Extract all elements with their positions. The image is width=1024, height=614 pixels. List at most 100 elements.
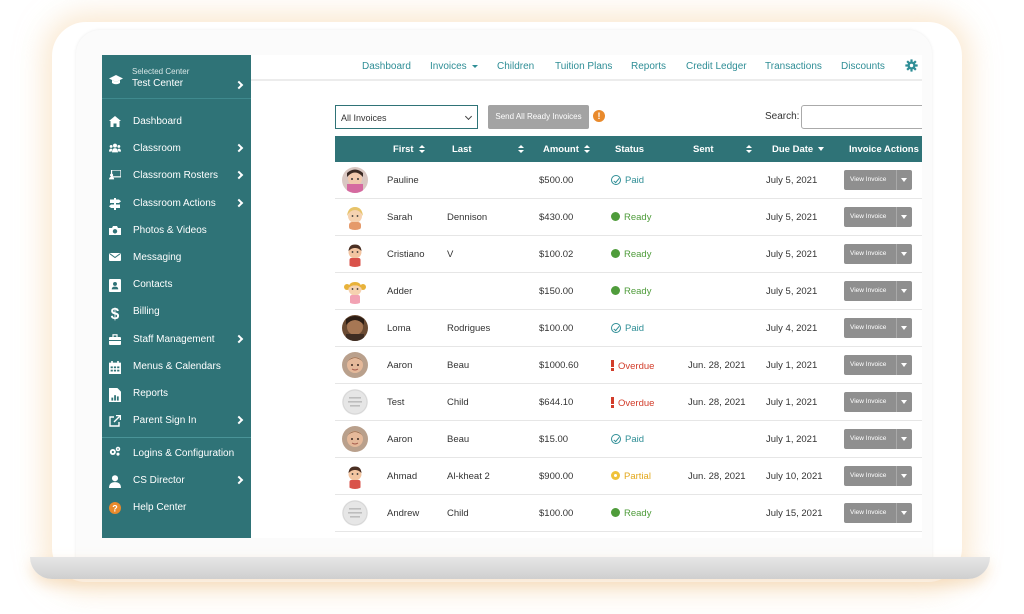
table-row[interactable]: Cristiano V $100.02 Ready July 5, 2021 View I… [335, 236, 922, 273]
button-divider [896, 355, 897, 375]
gear-icon[interactable] [905, 59, 918, 72]
sidebar-item-dashboard[interactable]: Dashboard [102, 108, 251, 135]
caret-down-icon[interactable] [901, 215, 907, 219]
table-row[interactable]: Sarah Dennison $430.00 Ready July 5, 2021 Vie… [335, 199, 922, 236]
button-divider [896, 207, 897, 227]
view-invoice-button[interactable]: View Invoice [844, 207, 912, 227]
sidebar-item-parent-sign-in[interactable]: Parent Sign In [102, 407, 251, 434]
invoice-filter-select[interactable]: All Invoices [335, 105, 478, 129]
roster-icon [109, 169, 122, 181]
caret-down-icon [471, 64, 478, 68]
search-label: Search: [765, 111, 800, 122]
sidebar-item-photos-videos[interactable]: Photos & Videos [102, 217, 251, 244]
sidebar-item-menus-calendars[interactable]: Menus & Calendars [102, 353, 251, 380]
col-due-date[interactable]: Due Date [772, 144, 825, 155]
caret-down-icon[interactable] [901, 178, 907, 182]
view-invoice-button[interactable]: View Invoice [844, 244, 912, 264]
chevron-right-icon [234, 415, 244, 425]
caret-down-icon[interactable] [901, 400, 907, 404]
chevron-right-icon [234, 198, 244, 207]
view-invoice-button[interactable]: View Invoice [844, 170, 912, 190]
svg-text:?: ? [112, 504, 118, 514]
topnav-children[interactable]: Children [497, 61, 534, 72]
send-all-ready-invoices-button[interactable]: Send All Ready Invoices [488, 105, 589, 129]
dollar-icon: $ [109, 306, 121, 324]
col-last[interactable]: Last [452, 144, 472, 155]
table-row[interactable]: Aaron Beau $15.00 Paid July 1, 2021 View Invo… [335, 421, 922, 458]
cell-amount: $150.00 [539, 286, 574, 297]
sidebar-item-classroom-actions[interactable]: Classroom Actions [102, 190, 251, 217]
view-invoice-button[interactable]: View Invoice [844, 318, 912, 338]
status-label: Ready [624, 286, 652, 297]
sidebar-item-billing[interactable]: $ Billing [102, 298, 251, 325]
topnav-credit-ledger[interactable]: Credit Ledger [686, 61, 747, 72]
view-invoice-label: View Invoice [850, 398, 887, 405]
topnav-invoices[interactable]: Invoices [430, 61, 478, 72]
sidebar-item-reports[interactable]: Reports [102, 380, 251, 407]
info-icon[interactable]: ! [593, 110, 605, 122]
cell-amount: $900.00 [539, 471, 574, 482]
envelope-icon [109, 252, 121, 263]
users-icon [109, 143, 121, 154]
cell-sent-date: Jun. 28, 2021 [688, 397, 746, 408]
external-link-icon [109, 414, 122, 427]
table-row[interactable]: Ahmad Al-kheat 2 $900.00 Partial Jun. 28, 20… [335, 458, 922, 495]
caret-down-icon[interactable] [901, 437, 907, 441]
table-row[interactable]: Aaron Beau $1000.60 Overdue Jun. 28, 2021 Jul… [335, 347, 922, 384]
cell-due-date: July 5, 2021 [766, 212, 818, 223]
center-selector[interactable]: Selected Center Test Center [102, 55, 251, 99]
table-row[interactable]: Loma Rodrigues $100.00 Paid July 4, 2021 View… [335, 310, 922, 347]
view-invoice-button[interactable]: View Invoice [844, 466, 912, 486]
contact-card-icon [109, 279, 121, 293]
status-badge: Ready [611, 508, 651, 519]
button-divider [896, 392, 897, 412]
caret-down-icon[interactable] [901, 289, 907, 293]
topnav-transactions[interactable]: Transactions [765, 61, 822, 72]
sidebar-item-label: Billing [133, 306, 160, 318]
camera-icon [109, 225, 121, 236]
cell-last-name: Beau [447, 434, 470, 445]
sort-icon[interactable] [746, 145, 752, 153]
sidebar-item-messaging[interactable]: Messaging [102, 244, 251, 271]
sidebar-item-staff-management[interactable]: Staff Management [102, 326, 251, 353]
table-row[interactable]: Test Child $644.10 Overdue Jun. 28, 2021 July… [335, 384, 922, 421]
topnav-reports[interactable]: Reports [631, 61, 666, 72]
sidebar-item-logins-configuration[interactable]: Logins & Configuration [102, 437, 251, 467]
caret-down-icon[interactable] [901, 363, 907, 367]
table-row[interactable]: Pauline $500.00 Paid July 5, 2021 View Invoi… [335, 162, 922, 199]
status-badge: Partial [611, 471, 651, 482]
view-invoice-button[interactable]: View Invoice [844, 281, 912, 301]
invoice-filter-value: All Invoices [341, 113, 387, 123]
col-sent[interactable]: Sent [693, 144, 714, 155]
col-amount[interactable]: Amount [543, 144, 590, 155]
topnav-dashboard[interactable]: Dashboard [362, 61, 411, 72]
view-invoice-button[interactable]: View Invoice [844, 429, 912, 449]
caret-down-icon[interactable] [901, 252, 907, 256]
topnav-tuition-plans[interactable]: Tuition Plans [555, 61, 612, 72]
search-input[interactable] [801, 105, 922, 129]
sidebar-item-contacts[interactable]: Contacts [102, 271, 251, 298]
sidebar-item-classroom-rosters[interactable]: Classroom Rosters [102, 162, 251, 189]
sidebar-item-label: Parent Sign In [133, 415, 197, 427]
table-row[interactable]: Adder $150.00 Ready July 5, 2021 View Invoic… [335, 273, 922, 310]
sidebar-item-label: Help Center [133, 502, 187, 514]
calendar-icon [109, 360, 121, 374]
table-row[interactable]: Andrew Child $100.00 Ready July 15, 2021 View… [335, 495, 922, 532]
sort-icon[interactable] [518, 145, 524, 153]
button-divider [896, 318, 897, 338]
cell-due-date: July 1, 2021 [766, 360, 818, 371]
view-invoice-button[interactable]: View Invoice [844, 503, 912, 523]
sidebar-item-classroom[interactable]: Classroom [102, 135, 251, 162]
chevron-right-icon [234, 143, 244, 153]
sidebar-item-cs-director[interactable]: CS Director [102, 467, 251, 494]
topnav-discounts[interactable]: Discounts [841, 61, 885, 72]
view-invoice-button[interactable]: View Invoice [844, 392, 912, 412]
sidebar-item-help-center[interactable]: ? Help Center [102, 494, 251, 521]
caret-down-icon[interactable] [901, 511, 907, 515]
caret-down-icon[interactable] [901, 326, 907, 330]
view-invoice-button[interactable]: View Invoice [844, 355, 912, 375]
cell-amount: $1000.60 [539, 360, 579, 371]
col-status[interactable]: Status [615, 144, 644, 155]
caret-down-icon[interactable] [901, 474, 907, 478]
col-first[interactable]: First [393, 144, 425, 155]
